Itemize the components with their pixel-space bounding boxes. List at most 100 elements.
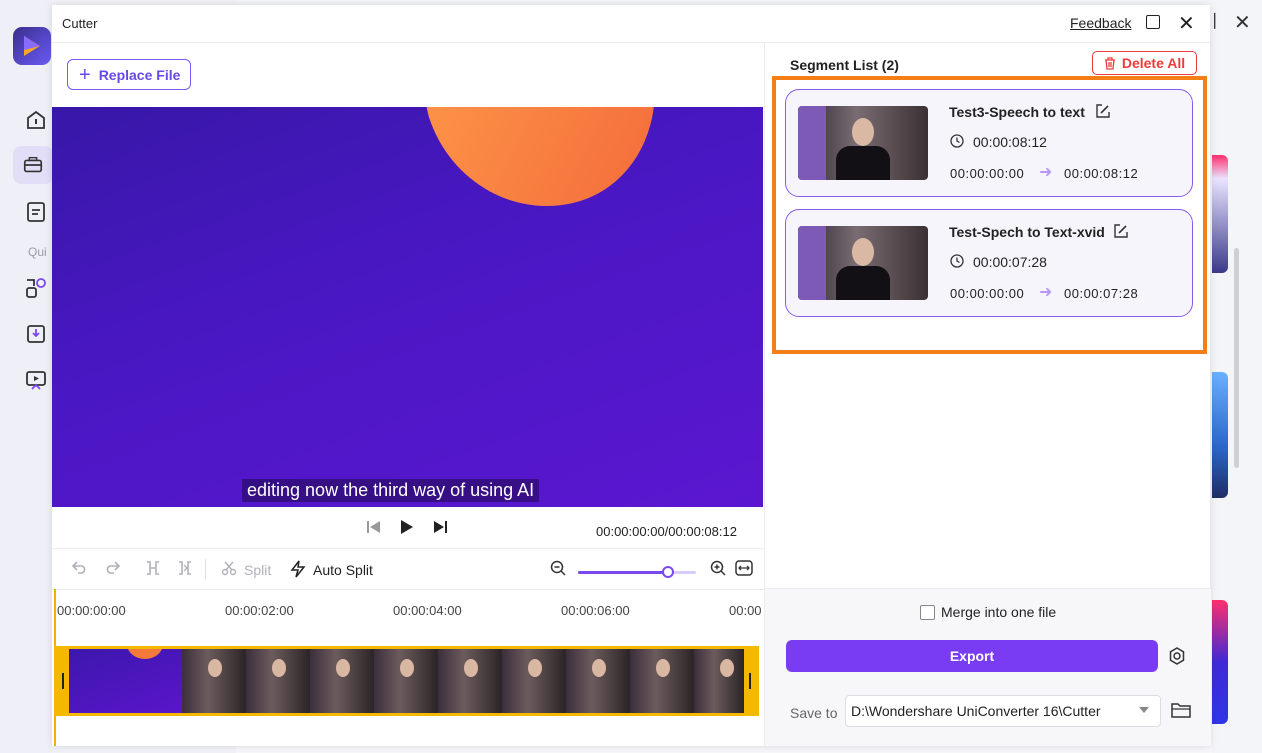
background-feature-card [1212, 372, 1228, 498]
app-close-icon[interactable]: ✕ [1234, 10, 1251, 35]
timeline-tick: 00:00:02:00 [225, 603, 294, 618]
edit-name-icon[interactable] [1096, 104, 1110, 118]
document-icon[interactable] [24, 200, 48, 224]
trim-start-icon[interactable] [145, 560, 161, 576]
segment-end-time: 00:00:08:12 [1064, 166, 1139, 181]
close-icon[interactable]: ✕ [1178, 11, 1195, 36]
app-logo [13, 27, 51, 65]
replace-file-button[interactable]: + Replace File [67, 59, 191, 90]
segment-thumbnail [798, 226, 928, 300]
clock-icon [950, 134, 964, 148]
timeline-tick: 00:00 [729, 603, 762, 618]
toolbox-nav-item[interactable] [13, 146, 53, 184]
folder-icon[interactable] [1171, 702, 1191, 718]
previous-frame-icon[interactable] [366, 520, 382, 534]
merge-label: Merge into one file [941, 604, 1057, 620]
clip-start-handle[interactable] [57, 649, 69, 713]
chevron-down-icon [1139, 707, 1149, 713]
clip-thumbnail-frame [630, 649, 694, 713]
export-panel: Merge into one file Export Save to D:\Wo… [765, 588, 1211, 746]
dialog-title: Cutter [62, 16, 98, 31]
toolbox-icon [23, 156, 43, 173]
zoom-in-icon[interactable] [710, 560, 726, 576]
trim-end-icon[interactable] [177, 560, 193, 576]
screen-record-icon[interactable] [24, 368, 48, 392]
segment-end-time: 00:00:07:28 [1064, 286, 1139, 301]
clip-end-handle[interactable] [744, 649, 756, 713]
app-sidebar: Qui [0, 0, 53, 753]
split-button[interactable]: Split [244, 562, 271, 578]
video-preview[interactable]: editing now the third way of using AI [52, 107, 763, 507]
app-minimize-icon[interactable]: ❘ [1208, 10, 1221, 30]
segment-pane: Segment List (2) Delete All Test3-Speech… [764, 43, 1211, 746]
zoom-slider-knob[interactable] [661, 566, 674, 578]
maximize-icon[interactable] [1146, 15, 1160, 29]
trash-icon [1104, 56, 1115, 70]
plus-icon: + [79, 63, 91, 86]
timeline-tick: 00:00:00:00 [57, 603, 126, 618]
background-feature-card [1212, 600, 1228, 724]
save-path-value: D:\Wondershare UniConverter 16\Cutter [851, 703, 1101, 719]
segment-name: Test-Spech to Text-xvid [949, 224, 1105, 240]
undo-icon[interactable] [72, 560, 88, 574]
clip-thumbnail-frame [694, 649, 744, 713]
download-icon[interactable] [24, 322, 48, 346]
video-subtitle: editing now the third way of using AI [242, 479, 540, 502]
scissors-icon[interactable] [221, 560, 237, 576]
export-button[interactable]: Export [786, 640, 1158, 672]
arrow-right-icon: ➜ [1039, 164, 1053, 181]
home-icon[interactable] [24, 108, 48, 132]
segment-duration: 00:00:07:28 [973, 254, 1047, 270]
merge-checkbox[interactable] [920, 604, 935, 620]
clip-thumbnail-frame [182, 649, 246, 713]
auto-split-button[interactable]: Auto Split [313, 562, 373, 578]
editor-pane: + Replace File editing now the third way… [52, 43, 764, 746]
clip-thumbnail-frame [246, 649, 310, 713]
segment-list-title: Segment List (2) [790, 57, 899, 73]
edit-toolbar: Split Auto Split [52, 549, 764, 589]
clip-thumbnail-frame [502, 649, 566, 713]
timeline-tick: 00:00:06:00 [561, 603, 630, 618]
segment-card[interactable]: Test3-Speech to text 00:00:08:12 00:00:0… [785, 89, 1193, 197]
segment-start-time: 00:00:00:00 [950, 286, 1025, 301]
zoom-slider[interactable] [578, 566, 696, 578]
dialog-titlebar: Cutter Feedback ✕ [52, 5, 1210, 43]
clip-thumbnail-frame [310, 649, 374, 713]
sidebar-section-label: Qui [28, 245, 47, 259]
clock-icon [950, 254, 964, 268]
segment-start-time: 00:00:00:00 [950, 166, 1025, 181]
delete-all-label: Delete All [1121, 55, 1186, 71]
segment-duration: 00:00:08:12 [973, 134, 1047, 150]
delete-all-button[interactable]: Delete All [1092, 51, 1197, 75]
ai-tools-icon[interactable] [24, 276, 48, 300]
save-path-select[interactable]: D:\Wondershare UniConverter 16\Cutter [845, 695, 1161, 727]
zoom-slider-fill [578, 571, 668, 574]
edit-name-icon[interactable] [1114, 224, 1128, 238]
next-frame-icon[interactable] [432, 520, 448, 534]
clip-thumbnail-frame [438, 649, 502, 713]
timeline-clip-strip[interactable] [54, 646, 759, 716]
segment-thumbnail [798, 106, 928, 180]
timeline-ruler[interactable]: 00:00:00:00 00:00:02:00 00:00:04:00 00:0… [52, 589, 764, 629]
clip-thumbnail-frame [566, 649, 630, 713]
segment-card[interactable]: Test-Spech to Text-xvid 00:00:07:28 00:0… [785, 209, 1193, 317]
toolbar-divider [205, 559, 206, 579]
clip-thumbnail-frame [374, 649, 438, 713]
fit-timeline-icon[interactable] [735, 560, 753, 576]
settings-icon[interactable] [1167, 646, 1187, 666]
playback-timecode: 00:00:00:00/00:00:08:12 [596, 524, 737, 539]
feedback-link[interactable]: Feedback [1070, 15, 1131, 31]
video-orange-shape [403, 107, 687, 238]
arrow-right-icon: ➜ [1039, 284, 1053, 301]
segment-name: Test3-Speech to text [949, 104, 1085, 120]
save-to-label: Save to [790, 705, 838, 721]
zoom-out-icon[interactable] [550, 560, 566, 576]
background-scrollbar[interactable] [1234, 248, 1239, 468]
merge-option[interactable]: Merge into one file [920, 604, 1056, 620]
auto-split-icon[interactable] [290, 560, 306, 578]
play-icon[interactable] [400, 519, 414, 535]
clip-thumbnail-frame [67, 649, 182, 713]
background-feature-card [1212, 155, 1228, 273]
redo-icon[interactable] [104, 560, 120, 574]
replace-file-label: Replace File [98, 66, 181, 83]
